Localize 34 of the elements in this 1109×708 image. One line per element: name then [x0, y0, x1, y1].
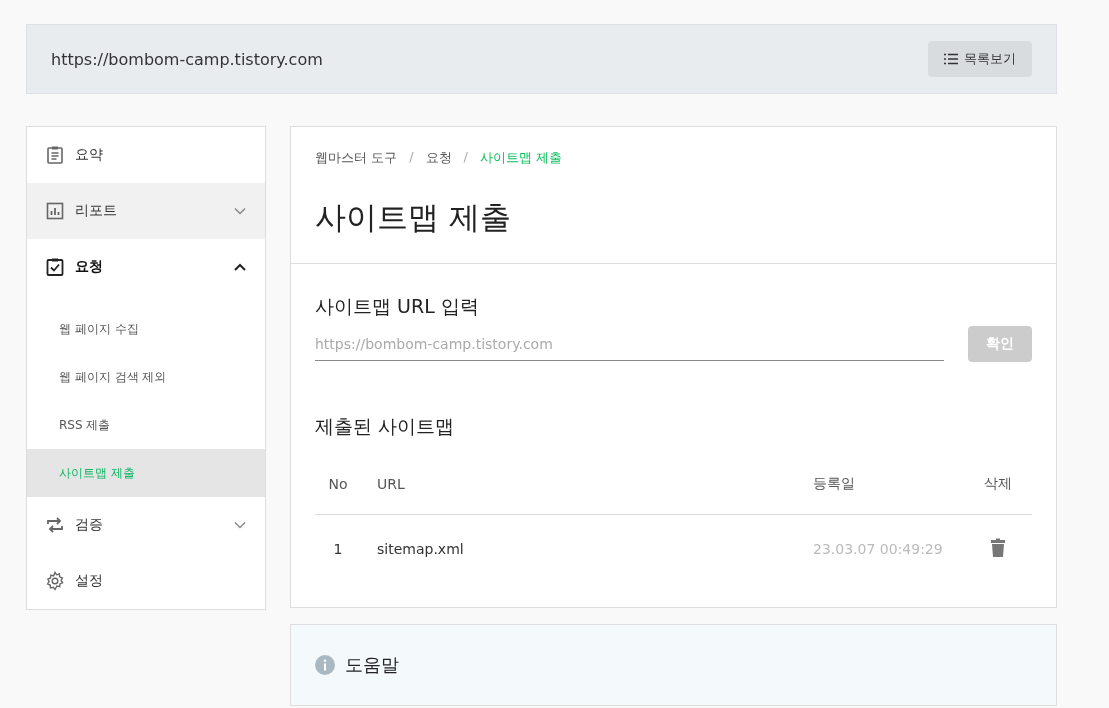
sidebar-subitem[interactable]: 웹 페이지 검색 제외: [27, 353, 265, 401]
list-icon: [944, 53, 958, 65]
sidebar-item[interactable]: 요청: [27, 239, 265, 295]
site-url: https://bombom-camp.tistory.com: [51, 49, 323, 69]
sidebar-item[interactable]: 요약: [27, 127, 265, 183]
section-title: 제출된 사이트맵: [315, 414, 456, 439]
section-title: 사이트맵 URL 입력: [315, 294, 480, 319]
swap-arrows-icon: [45, 515, 65, 535]
sidebar-subitem[interactable]: RSS 제출: [27, 401, 265, 449]
column-header: No: [328, 476, 348, 492]
row-number: 1: [333, 541, 343, 557]
breadcrumb-link[interactable]: 웹마스터 도구: [315, 149, 398, 167]
page-title: 사이트맵 제출: [315, 198, 512, 237]
sitemap-url: sitemap.xml: [377, 541, 464, 557]
clipboard-check-icon: [45, 257, 65, 277]
sidebar-item[interactable]: 리포트: [27, 183, 265, 239]
trash-icon: [990, 537, 1006, 558]
delete-button[interactable]: [990, 537, 1006, 558]
sidebar-item[interactable]: 검증: [27, 497, 265, 553]
breadcrumb-separator: /: [463, 149, 468, 166]
column-header: 삭제: [984, 475, 1012, 491]
sidebar-item[interactable]: 설정: [27, 553, 265, 609]
sidebar-subitem[interactable]: 웹 페이지 수집: [27, 305, 265, 353]
bar-chart-icon: [45, 201, 65, 221]
breadcrumb-separator: /: [409, 149, 414, 166]
list-view-button[interactable]: 목록보기: [928, 41, 1032, 77]
breadcrumb-link[interactable]: 요청: [425, 149, 452, 167]
registered-date: 23.03.07 00:49:29: [813, 541, 943, 557]
gear-icon: [45, 571, 65, 591]
info-icon: [315, 655, 335, 675]
column-header: 등록일: [813, 475, 855, 491]
column-header: URL: [377, 476, 405, 492]
clipboard-icon: [45, 145, 65, 165]
help-title: 도움말: [345, 653, 399, 677]
